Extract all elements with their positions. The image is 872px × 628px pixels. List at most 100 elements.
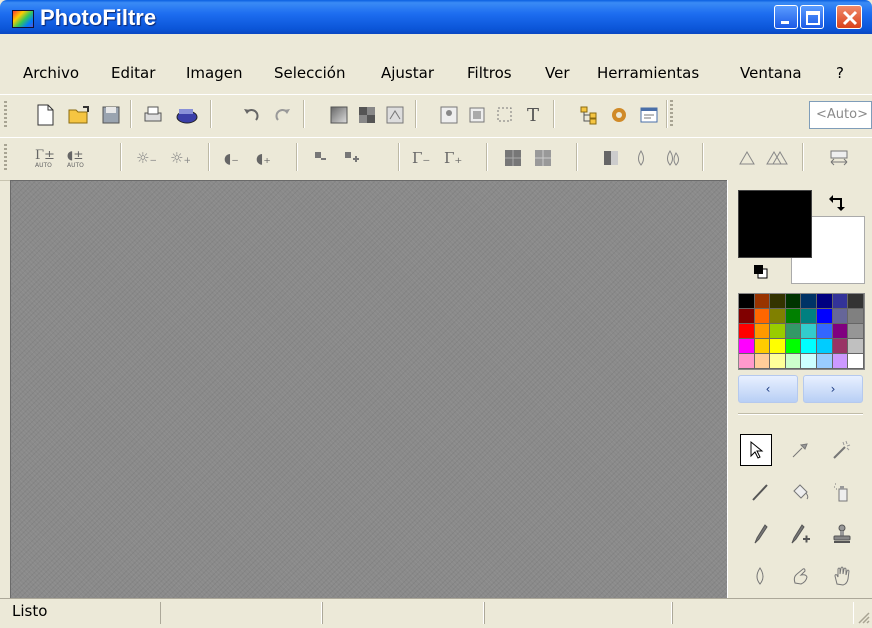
- advanced-brush-icon[interactable]: [784, 518, 816, 550]
- color-picker-icon[interactable]: [784, 434, 816, 466]
- palette-swatch[interactable]: [832, 339, 849, 354]
- text-tool-icon[interactable]: T: [520, 102, 546, 128]
- palette-swatch[interactable]: [770, 309, 786, 324]
- palette-swatch[interactable]: [832, 309, 849, 324]
- palette-swatch[interactable]: [770, 324, 786, 339]
- options-icon[interactable]: [636, 102, 662, 128]
- contrast-minus-icon[interactable]: ◖₋: [220, 145, 246, 171]
- menu-imagen[interactable]: Imagen: [186, 64, 242, 82]
- palette-swatch[interactable]: [801, 294, 817, 309]
- minimize-button[interactable]: [774, 5, 798, 29]
- flip-horizontal-icon[interactable]: [826, 145, 852, 171]
- sharpen-icon[interactable]: [530, 145, 556, 171]
- palette-swatch[interactable]: [785, 324, 802, 339]
- line-tool-icon[interactable]: [744, 476, 776, 508]
- palette-swatch[interactable]: [816, 309, 833, 324]
- palette-swatch[interactable]: [739, 354, 755, 369]
- print-icon[interactable]: [140, 102, 166, 128]
- grayscale-icon[interactable]: [598, 145, 624, 171]
- palette-swatch[interactable]: [816, 324, 833, 339]
- auto-levels-icon[interactable]: Γ± AUTO: [32, 145, 58, 171]
- swap-colors-icon[interactable]: [827, 192, 849, 218]
- redo-icon[interactable]: [270, 102, 296, 128]
- saturation-plus-icon[interactable]: [340, 145, 366, 171]
- palette-swatch[interactable]: [754, 324, 771, 339]
- spray-icon[interactable]: [826, 476, 858, 508]
- palette-swatch[interactable]: [739, 294, 755, 309]
- brightness-plus-icon[interactable]: ☼₊: [166, 145, 192, 171]
- palette-swatch[interactable]: [754, 309, 771, 324]
- toolbar-grip[interactable]: [4, 101, 7, 129]
- contrast-plus-icon[interactable]: ◖₊: [252, 145, 278, 171]
- triangle-icon[interactable]: [734, 145, 760, 171]
- palette-swatch[interactable]: [785, 294, 802, 309]
- new-file-icon[interactable]: [32, 102, 58, 128]
- palette-swatch[interactable]: [832, 354, 849, 369]
- open-folder-icon[interactable]: [66, 102, 92, 128]
- color-palette[interactable]: [738, 293, 865, 370]
- canvas-workspace[interactable]: [10, 180, 728, 600]
- gamma-plus-icon[interactable]: Γ₊: [440, 145, 466, 171]
- palette-swatch[interactable]: [754, 354, 771, 369]
- gamma-minus-icon[interactable]: Γ₋: [408, 145, 434, 171]
- magic-wand-icon[interactable]: [826, 434, 858, 466]
- menu-ventana[interactable]: Ventana: [740, 64, 802, 82]
- palette-swatch[interactable]: [739, 309, 755, 324]
- pattern-icon[interactable]: [354, 102, 380, 128]
- palette-swatch[interactable]: [801, 339, 817, 354]
- palette-swatch[interactable]: [816, 354, 833, 369]
- resize-grip-icon[interactable]: [856, 610, 870, 628]
- double-drop-icon[interactable]: [660, 145, 686, 171]
- menu-archivo[interactable]: Archivo: [23, 64, 79, 82]
- palette-swatch[interactable]: [801, 324, 817, 339]
- default-colors-icon[interactable]: [753, 264, 769, 284]
- maximize-button[interactable]: [800, 5, 824, 29]
- image-size-icon[interactable]: [464, 102, 490, 128]
- palette-swatch[interactable]: [816, 294, 833, 309]
- double-triangle-icon[interactable]: [764, 145, 790, 171]
- texture-icon[interactable]: [382, 102, 408, 128]
- smudge-finger-icon[interactable]: [784, 560, 816, 592]
- stamp-icon[interactable]: [826, 518, 858, 550]
- palette-swatch[interactable]: [848, 309, 864, 324]
- palette-swatch[interactable]: [848, 354, 864, 369]
- blur-icon[interactable]: [500, 145, 526, 171]
- palette-prev-button[interactable]: ‹: [738, 375, 798, 403]
- explorer-icon[interactable]: [576, 102, 602, 128]
- palette-swatch[interactable]: [754, 294, 771, 309]
- close-button[interactable]: [836, 5, 862, 29]
- hand-icon[interactable]: [826, 560, 858, 592]
- palette-swatch[interactable]: [739, 324, 755, 339]
- brush-icon[interactable]: [744, 518, 776, 550]
- drop-icon[interactable]: [628, 145, 654, 171]
- palette-swatch[interactable]: [848, 324, 864, 339]
- palette-swatch[interactable]: [801, 354, 817, 369]
- palette-swatch[interactable]: [770, 354, 786, 369]
- plugin-icon[interactable]: [606, 102, 632, 128]
- foreground-color-swatch[interactable]: [738, 190, 812, 258]
- palette-swatch[interactable]: [785, 339, 802, 354]
- palette-swatch[interactable]: [770, 339, 786, 354]
- menu-ver[interactable]: Ver: [545, 64, 570, 82]
- pointer-tool-icon[interactable]: [740, 434, 772, 466]
- save-icon[interactable]: [98, 102, 124, 128]
- palette-swatch[interactable]: [754, 339, 771, 354]
- toolbar-grip-2[interactable]: [4, 144, 7, 172]
- palette-swatch[interactable]: [848, 294, 864, 309]
- palette-swatch[interactable]: [801, 309, 817, 324]
- palette-swatch[interactable]: [770, 294, 786, 309]
- scanner-icon[interactable]: [174, 102, 200, 128]
- menu-editar[interactable]: Editar: [111, 64, 155, 82]
- fill-bucket-icon[interactable]: [784, 476, 816, 508]
- automatic-crop-icon[interactable]: [436, 102, 462, 128]
- palette-swatch[interactable]: [832, 294, 849, 309]
- palette-swatch[interactable]: [739, 339, 755, 354]
- menu-filtros[interactable]: Filtros: [467, 64, 512, 82]
- menu-help[interactable]: ?: [836, 64, 844, 82]
- palette-swatch[interactable]: [848, 339, 864, 354]
- saturation-minus-icon[interactable]: [310, 145, 336, 171]
- auto-contrast-icon[interactable]: ◖± AUTO: [64, 145, 90, 171]
- palette-swatch[interactable]: [785, 354, 802, 369]
- menu-herramientas[interactable]: Herramientas: [597, 64, 699, 82]
- zoom-combo[interactable]: <Auto>: [809, 101, 872, 129]
